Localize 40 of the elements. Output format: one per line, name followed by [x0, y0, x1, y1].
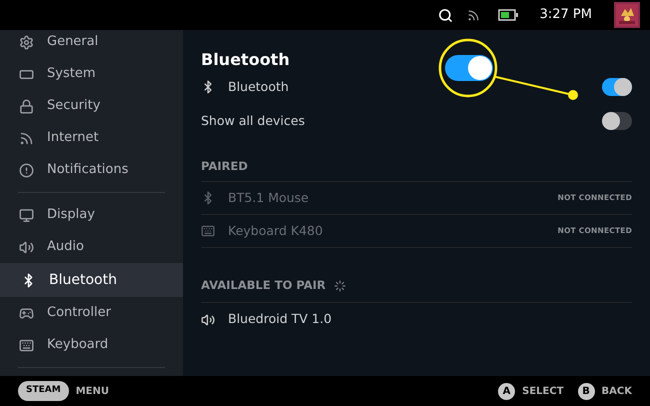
hint-label: MENU — [76, 384, 109, 398]
sidebar-item[interactable]: Audio — [0, 231, 183, 263]
sidebar-item[interactable]: General — [0, 30, 183, 58]
monitor-icon — [19, 208, 34, 222]
keyboard-icon — [19, 338, 34, 352]
section-heading: PAIRED — [201, 158, 249, 175]
setting-label: Bluetooth — [228, 78, 290, 96]
alert-icon — [19, 162, 34, 178]
lock-icon — [19, 98, 34, 114]
steam-key-badge[interactable]: STEAM — [18, 381, 69, 401]
device-name[interactable]: Keyboard K480 — [228, 222, 558, 240]
sidebar-item[interactable]: Controller — [0, 297, 183, 329]
device-name[interactable]: BT5.1 Mouse — [228, 188, 558, 208]
hint-label: SELECT — [522, 384, 564, 398]
page-title: Bluetooth — [201, 49, 291, 70]
speaker-icon — [201, 312, 215, 326]
sidebar-item[interactable]: Internet — [0, 122, 183, 154]
hint-label: BACK — [602, 384, 632, 398]
sidebar-item[interactable]: Bluetooth — [0, 263, 183, 297]
gamepad-icon — [19, 306, 34, 320]
sidebar-item[interactable]: Keyboard — [0, 329, 183, 361]
clock-time: 3:27 PM — [540, 6, 592, 24]
gear-icon — [19, 34, 34, 50]
sidebar-item[interactable]: Security — [0, 90, 183, 122]
section-heading: AVAILABLE TO PAIR — [201, 277, 326, 294]
setting-label: Show all devices — [201, 112, 306, 130]
toggle-switch[interactable] — [602, 112, 632, 130]
signal-icon — [19, 130, 34, 146]
toggle-switch[interactable] — [602, 78, 632, 96]
signal-icon[interactable] — [466, 8, 480, 22]
battery-icon[interactable] — [498, 9, 518, 21]
sidebar-item[interactable]: System — [0, 58, 183, 90]
button-key-badge[interactable]: B — [578, 382, 595, 400]
device-name[interactable]: Bluedroid TV 1.0 — [228, 310, 332, 329]
sidebar-item[interactable]: Notifications — [0, 154, 183, 186]
keyboard-icon — [201, 224, 215, 238]
sidebar-item[interactable]: Display — [0, 199, 183, 231]
speaker-icon — [19, 240, 34, 254]
search-icon[interactable] — [438, 8, 453, 22]
button-key-badge[interactable]: A — [498, 382, 516, 400]
